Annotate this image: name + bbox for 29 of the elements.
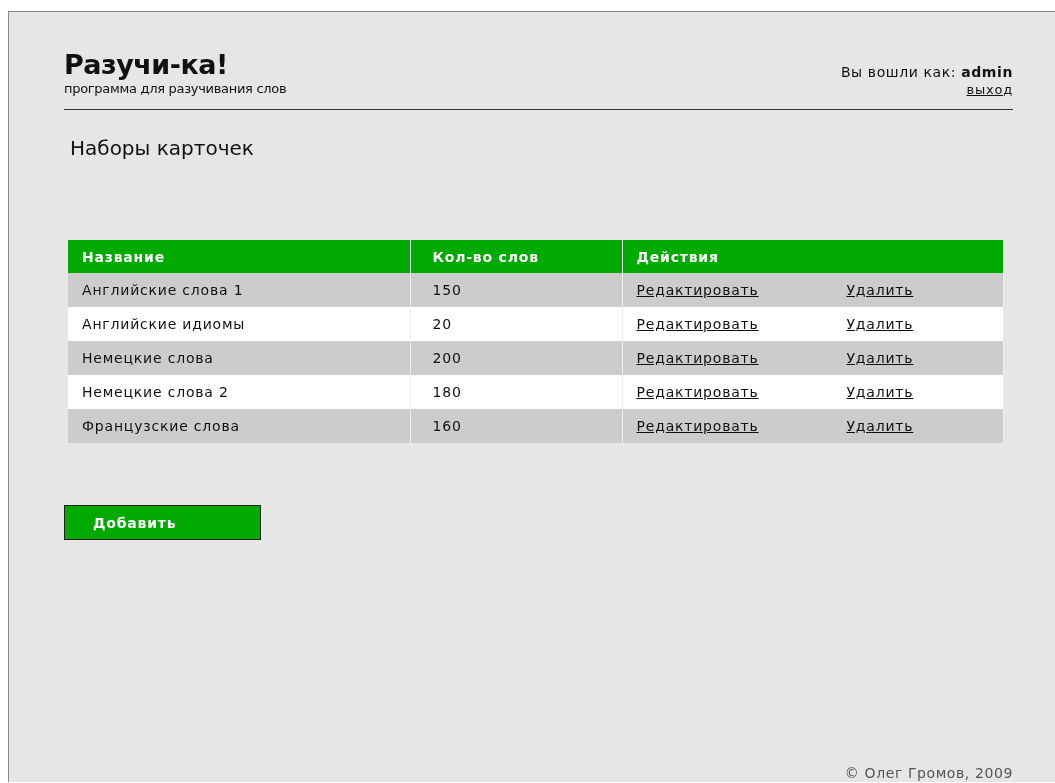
site-title: Разучи-ка! (64, 48, 229, 82)
page-heading: Наборы карточек (70, 136, 254, 160)
table-cell: 180 (410, 375, 622, 409)
table-cell: Немецкие слова (68, 341, 410, 375)
edit-link[interactable]: Редактировать (636, 316, 847, 332)
table-cell: 20 (410, 307, 622, 341)
logout-link[interactable]: выход (966, 82, 1013, 97)
table-cell: 200 (410, 341, 622, 375)
login-status: Вы вошли как: admin (840, 64, 1013, 80)
site-subtitle: программа для разучивания слов (64, 81, 287, 96)
table-cell: Французские слова (68, 409, 410, 443)
delete-link[interactable]: Удалить (846, 418, 914, 434)
copyright-text: © Олег Громов, 2009 (844, 765, 1013, 781)
edit-link[interactable]: Редактировать (636, 282, 847, 298)
table-cell: 160 (410, 409, 622, 443)
column-header: Кол-во слов (410, 240, 622, 273)
table-cell: 150 (410, 273, 622, 307)
column-header: Действия (622, 240, 1004, 273)
edit-link[interactable]: Редактировать (636, 350, 847, 366)
table-cell: Немецкие слова 2 (68, 375, 410, 409)
delete-link[interactable]: Удалить (846, 316, 914, 332)
table-cell: Английские слова 1 (68, 273, 410, 307)
delete-link[interactable]: Удалить (846, 282, 914, 298)
edit-link[interactable]: Редактировать (636, 384, 847, 400)
delete-link[interactable]: Удалить (846, 350, 914, 366)
delete-link[interactable]: Удалить (846, 384, 914, 400)
column-header: Название (68, 240, 410, 273)
table-cell: Английские идиомы (68, 307, 410, 341)
edit-link[interactable]: Редактировать (636, 418, 847, 434)
